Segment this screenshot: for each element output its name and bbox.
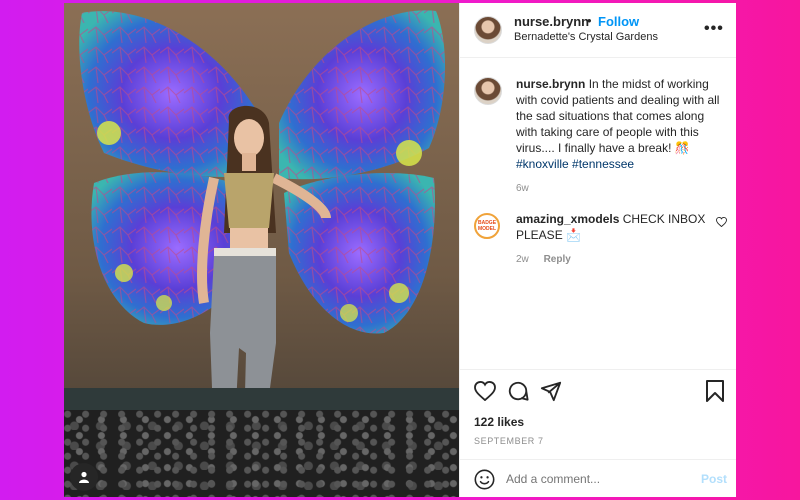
comment-timestamp: 2w <box>516 254 529 265</box>
post-comment-button[interactable]: Post <box>701 472 727 486</box>
post-actions: 122 likes SEPTEMBER 7 <box>460 369 736 460</box>
like-count[interactable]: 122 likes <box>474 415 524 429</box>
hashtag-knoxville[interactable]: #knoxville <box>516 157 569 171</box>
follow-button[interactable]: Follow <box>598 14 639 29</box>
separator-dot: • <box>587 13 592 28</box>
post-date: SEPTEMBER 7 <box>474 436 544 446</box>
commenter-avatar[interactable]: BADGE MODEL <box>474 213 500 239</box>
reply-button[interactable]: Reply <box>544 254 571 265</box>
hashtag-tennessee[interactable]: #tennessee <box>572 157 634 171</box>
more-options-icon[interactable]: ••• <box>704 20 724 38</box>
comment-username[interactable]: amazing_xmodels <box>516 212 619 226</box>
tagged-users-button[interactable] <box>70 463 98 491</box>
share-paper-plane-icon[interactable] <box>540 380 562 402</box>
post-header: nurse.brynn • Follow Bernadette's Crysta… <box>460 3 736 58</box>
post-photo[interactable] <box>64 3 459 497</box>
author-avatar[interactable] <box>474 16 502 44</box>
add-comment-input[interactable] <box>506 472 686 486</box>
comment-bubble-icon[interactable] <box>507 380 529 402</box>
wall-baseboard <box>64 388 459 410</box>
caption-timestamp: 6w <box>516 183 529 194</box>
comment-meta-row: 2w Reply <box>516 254 583 265</box>
caption-username[interactable]: nurse.brynn <box>516 77 585 91</box>
post-location[interactable]: Bernadette's Crystal Gardens <box>514 31 658 43</box>
add-comment-bar: Post <box>460 459 736 497</box>
author-username[interactable]: nurse.brynn <box>514 14 589 29</box>
user-icon <box>79 471 89 483</box>
comment-body: amazing_xmodels CHECK INBOX PLEASE 📩 <box>516 211 711 243</box>
post-caption: nurse.brynn In the midst of working with… <box>516 76 726 172</box>
commenter-avatar-logo-text: BADGE MODEL <box>477 220 497 232</box>
post-details-panel: nurse.brynn • Follow Bernadette's Crysta… <box>459 3 736 497</box>
instagram-post-card: nurse.brynn • Follow Bernadette's Crysta… <box>64 3 736 497</box>
caption-author-avatar[interactable] <box>474 77 502 105</box>
emoji-smiley-icon[interactable] <box>474 469 495 490</box>
like-heart-icon[interactable] <box>474 381 496 401</box>
save-bookmark-icon[interactable] <box>706 380 724 402</box>
pebble-floor <box>64 410 459 497</box>
like-comment-heart-icon[interactable] <box>716 217 727 227</box>
